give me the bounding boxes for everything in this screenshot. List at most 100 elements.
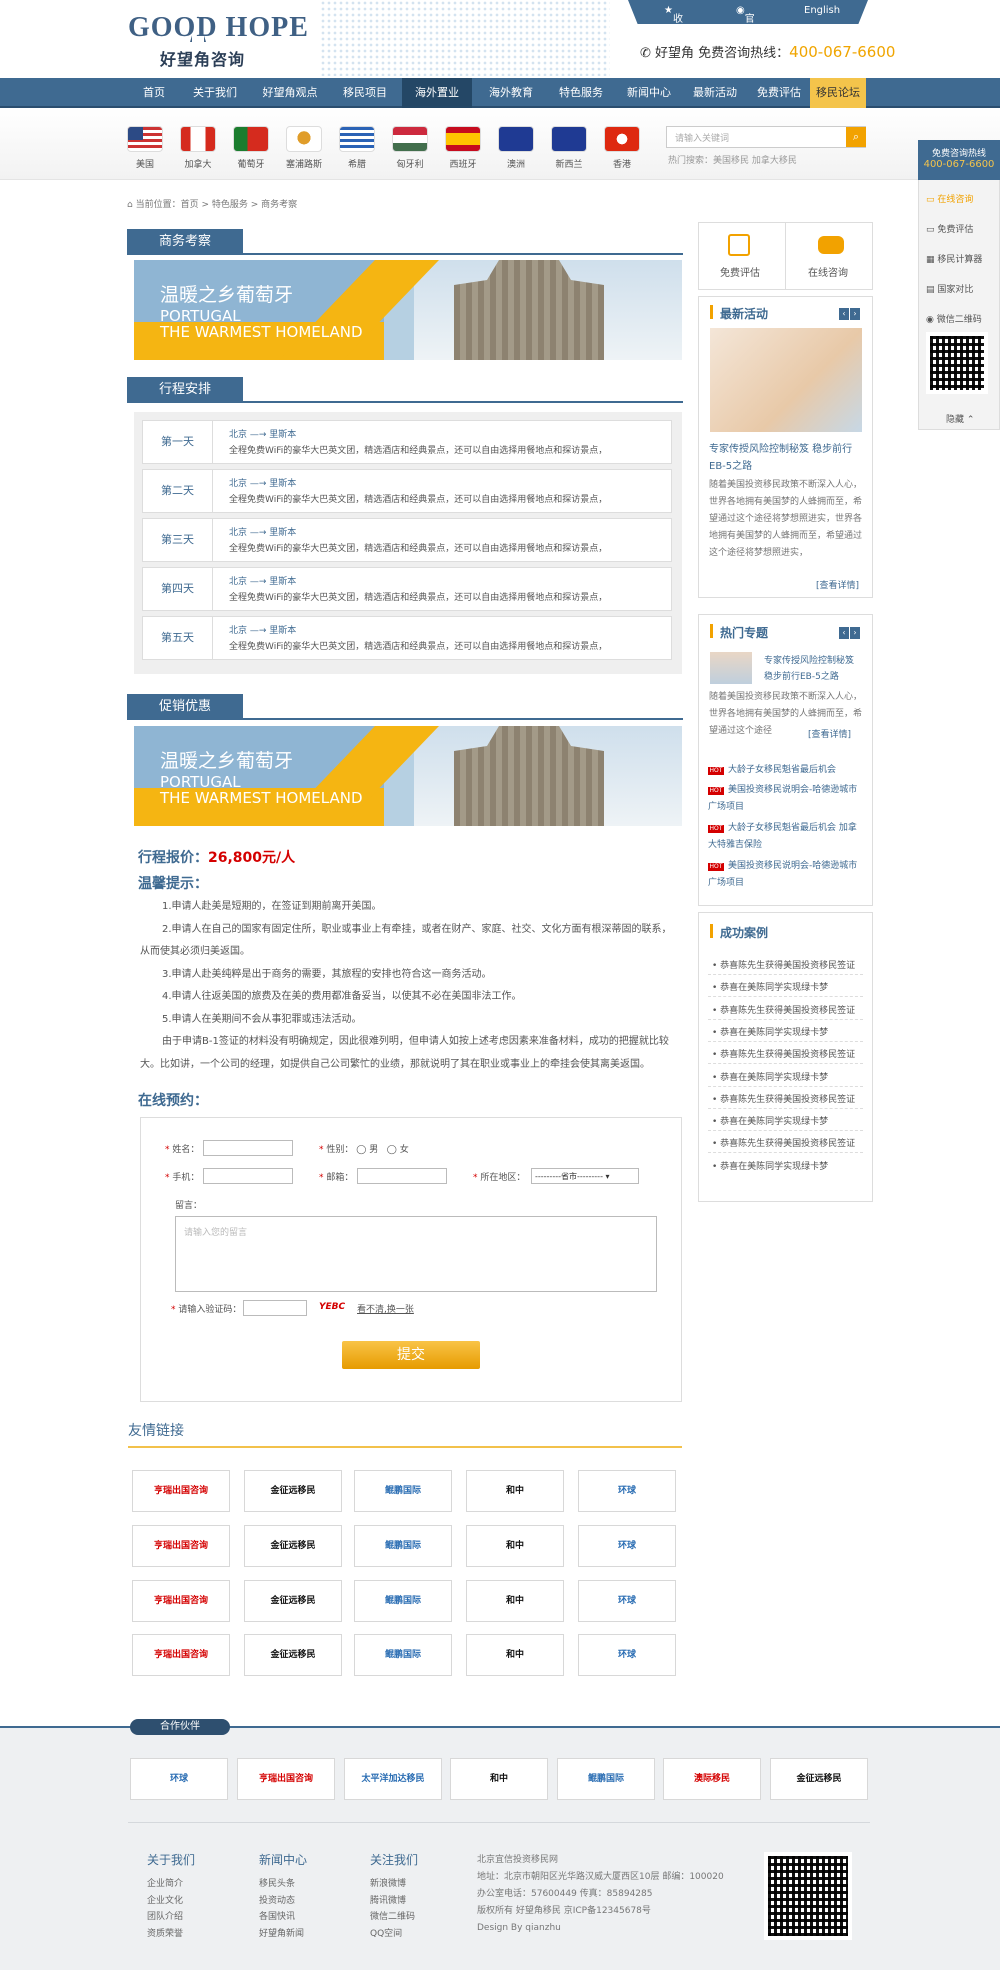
partner-logo[interactable]: 环球 <box>130 1758 228 1800</box>
friend-link-logo[interactable]: 环球 <box>578 1580 676 1622</box>
nav-events[interactable]: 最新活动 <box>684 78 746 108</box>
hot-arrows[interactable]: ‹ › <box>838 625 862 639</box>
friend-link-logo[interactable]: 金征远移民 <box>244 1525 342 1567</box>
case-item[interactable]: • 恭喜在美陈同学实现绿卡梦 <box>712 1025 828 1038</box>
footer-link[interactable]: 新浪微博 <box>370 1876 415 1893</box>
online-consult-link[interactable]: 在线咨询 <box>808 264 848 279</box>
footer-link[interactable]: 投资动态 <box>259 1893 304 1910</box>
friend-link-logo[interactable]: 和中 <box>466 1525 564 1567</box>
nav-evaluate[interactable]: 免费评估 <box>748 78 810 108</box>
footer-link[interactable]: 团队介绍 <box>147 1909 183 1926</box>
email-input[interactable] <box>357 1168 447 1184</box>
search-button[interactable]: ⌕ <box>846 127 866 147</box>
case-item[interactable]: • 恭喜陈先生获得美国投资移民签证 <box>712 1092 855 1105</box>
nav-property[interactable]: 海外置业 <box>402 78 472 108</box>
friend-link-logo[interactable]: 金征远移民 <box>244 1580 342 1622</box>
english-link[interactable]: English <box>804 5 840 16</box>
captcha-refresh-link[interactable]: 看不清,换一张 <box>357 1302 414 1315</box>
bookmark-link[interactable]: ★ 收藏本站 <box>664 5 683 24</box>
flag-canada-icon[interactable] <box>180 126 216 152</box>
case-item[interactable]: • 恭喜陈先生获得美国投资移民签证 <box>712 958 855 971</box>
logo[interactable]: GOOD HOPE <box>128 12 309 44</box>
free-eval-link[interactable]: 免费评估 <box>720 264 760 279</box>
case-item[interactable]: • 恭喜在美陈同学实现绿卡梦 <box>712 980 828 993</box>
portugal-banner[interactable]: 温暖之乡葡萄牙 PORTUGAL THE WARMEST HOMELAND <box>134 260 682 360</box>
hot-more-link[interactable]: [查看详情] <box>808 727 851 740</box>
search-input[interactable]: 请输入关键词 <box>666 126 866 148</box>
footer-link[interactable]: 各国快讯 <box>259 1909 304 1926</box>
submit-button[interactable]: 提交 <box>342 1341 480 1369</box>
partner-logo[interactable]: 太平洋加达移民 <box>344 1758 442 1800</box>
family-photo[interactable] <box>710 328 862 432</box>
footer-link[interactable]: QQ空间 <box>370 1926 415 1943</box>
float-wechat[interactable]: ◉ 微信二维码 <box>926 312 982 325</box>
hot-item[interactable]: HOT 大龄子女移民魁省最后机会 <box>708 762 858 779</box>
message-textarea[interactable]: 请输入您的留言 <box>175 1216 657 1292</box>
topic-thumb[interactable] <box>710 652 752 684</box>
footer-link[interactable]: 微信二维码 <box>370 1909 415 1926</box>
case-item[interactable]: • 恭喜在美陈同学实现绿卡梦 <box>712 1070 828 1083</box>
region-select[interactable]: ---------省市--------- ▾ <box>531 1168 639 1184</box>
flag-portugal-icon[interactable] <box>233 126 269 152</box>
footer-link[interactable]: 腾讯微博 <box>370 1893 415 1910</box>
weibo-link[interactable]: ◉ 官方微博 <box>736 5 755 24</box>
captcha-image[interactable]: YEBC <box>319 1302 345 1312</box>
flag-usa-icon[interactable] <box>127 126 163 152</box>
float-compare[interactable]: ▤ 国家对比 <box>926 282 973 295</box>
nav-views[interactable]: 好望角观点 <box>254 78 326 108</box>
partner-logo[interactable]: 亨瑞出国咨询 <box>237 1758 335 1800</box>
hot-topic-title[interactable]: 专家传授风险控制秘笈 稳步前行EB-5之路 <box>764 653 864 685</box>
hot-item[interactable]: HOT 美国投资移民说明会-哈德逊城市广场项目 <box>708 858 858 892</box>
friend-link-logo[interactable]: 亨瑞出国咨询 <box>132 1634 230 1676</box>
partner-logo[interactable]: 和中 <box>450 1758 548 1800</box>
friend-link-logo[interactable]: 鲲鹏国际 <box>354 1580 452 1622</box>
flag-newzealand-icon[interactable] <box>551 126 587 152</box>
case-item[interactable]: • 恭喜在美陈同学实现绿卡梦 <box>712 1159 828 1172</box>
float-consult[interactable]: ▭ 在线咨询 <box>926 192 973 205</box>
friend-link-logo[interactable]: 亨瑞出国咨询 <box>132 1525 230 1567</box>
hot-item[interactable]: HOT 大龄子女移民魁省最后机会 加拿大特雅吉保险 <box>708 820 858 854</box>
case-item[interactable]: • 恭喜陈先生获得美国投资移民签证 <box>712 1003 855 1016</box>
case-item[interactable]: • 恭喜陈先生获得美国投资移民签证 <box>712 1136 855 1149</box>
friend-link-logo[interactable]: 金征远移民 <box>244 1470 342 1512</box>
friend-link-logo[interactable]: 环球 <box>578 1470 676 1512</box>
footer-link[interactable]: 移民头条 <box>259 1876 304 1893</box>
nav-news[interactable]: 新闻中心 <box>618 78 680 108</box>
flag-cyprus-icon[interactable] <box>286 126 322 152</box>
friend-link-logo[interactable]: 鲲鹏国际 <box>354 1470 452 1512</box>
footer-link[interactable]: 企业简介 <box>147 1876 183 1893</box>
latest-more-link[interactable]: [查看详情] <box>816 578 859 591</box>
case-item[interactable]: • 恭喜陈先生获得美国投资移民签证 <box>712 1047 855 1060</box>
friend-link-logo[interactable]: 亨瑞出国咨询 <box>132 1470 230 1512</box>
friend-link-logo[interactable]: 和中 <box>466 1634 564 1676</box>
flag-australia-icon[interactable] <box>498 126 534 152</box>
flag-hungary-icon[interactable] <box>392 126 428 152</box>
friend-link-logo[interactable]: 和中 <box>466 1580 564 1622</box>
friend-link-logo[interactable]: 鲲鹏国际 <box>354 1634 452 1676</box>
friend-link-logo[interactable]: 环球 <box>578 1525 676 1567</box>
nav-education[interactable]: 海外教育 <box>478 78 544 108</box>
nav-forum[interactable]: 移民论坛 <box>810 78 866 108</box>
friend-link-logo[interactable]: 环球 <box>578 1634 676 1676</box>
footer-link[interactable]: 资质荣誉 <box>147 1926 183 1943</box>
nav-services[interactable]: 特色服务 <box>550 78 612 108</box>
partner-logo[interactable]: 鲲鹏国际 <box>557 1758 655 1800</box>
float-hide-button[interactable]: 隐藏 ⌃ <box>946 412 974 425</box>
latest-event-title[interactable]: 专家传授风险控制秘笈 稳步前行EB-5之路 <box>709 441 864 475</box>
partner-logo[interactable]: 澳际移民 <box>663 1758 761 1800</box>
partner-logo[interactable]: 金征远移民 <box>770 1758 868 1800</box>
hot-item[interactable]: HOT 美国投资移民说明会-哈德逊城市广场项目 <box>708 782 858 816</box>
case-item[interactable]: • 恭喜在美陈同学实现绿卡梦 <box>712 1114 828 1127</box>
friend-link-logo[interactable]: 和中 <box>466 1470 564 1512</box>
phone-input[interactable] <box>203 1168 293 1184</box>
name-input[interactable] <box>203 1140 293 1156</box>
flag-hongkong-icon[interactable] <box>604 126 640 152</box>
friend-link-logo[interactable]: 亨瑞出国咨询 <box>132 1580 230 1622</box>
footer-link[interactable]: 好望角新闻 <box>259 1926 304 1943</box>
nav-projects[interactable]: 移民项目 <box>334 78 396 108</box>
captcha-input[interactable] <box>243 1300 307 1316</box>
flag-spain-icon[interactable] <box>445 126 481 152</box>
nav-home[interactable]: 首页 <box>128 78 180 108</box>
friend-link-logo[interactable]: 金征远移民 <box>244 1634 342 1676</box>
promo-banner[interactable]: 温暖之乡葡萄牙 PORTUGAL THE WARMEST HOMELAND <box>134 726 682 826</box>
